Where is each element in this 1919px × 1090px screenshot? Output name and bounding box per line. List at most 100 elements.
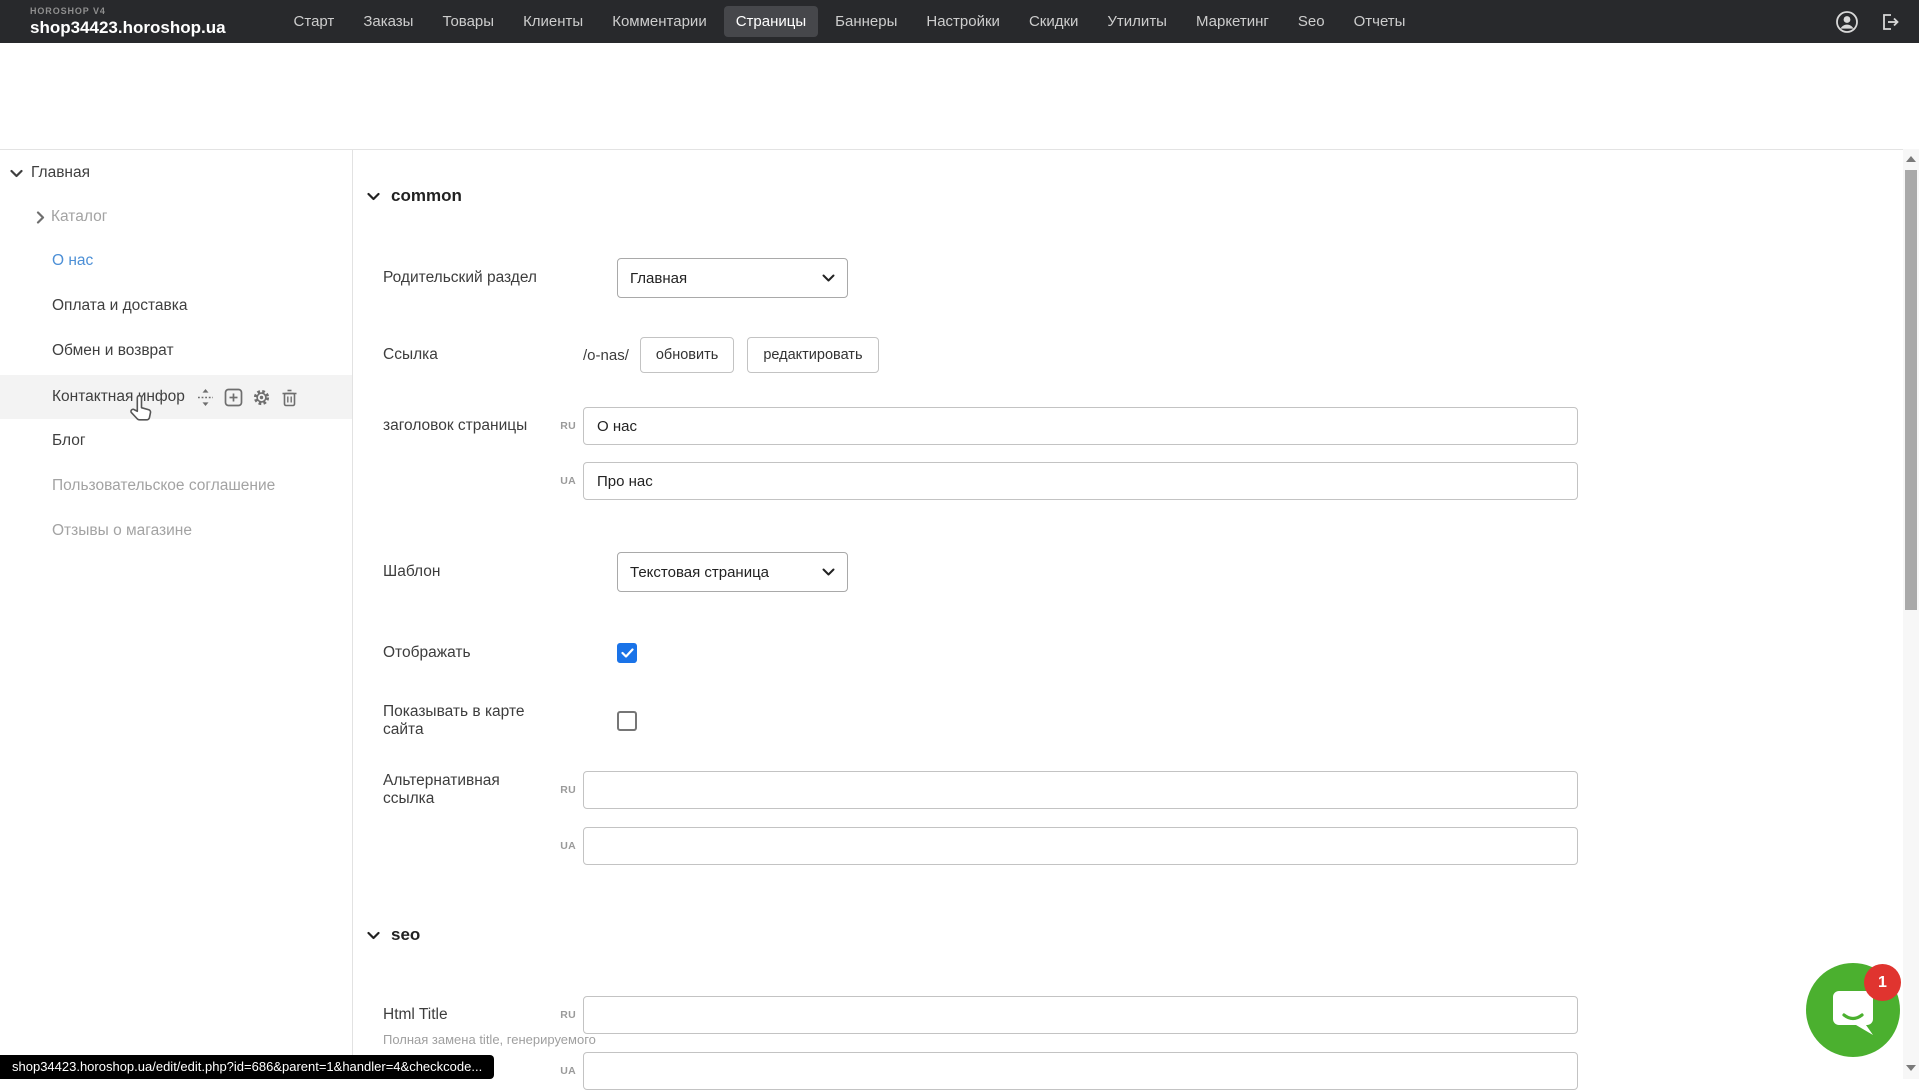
vertical-scrollbar[interactable] bbox=[1903, 149, 1919, 1079]
sidebar-item-polzovatelskoe-soglashenie[interactable]: Пользовательское соглашение bbox=[0, 464, 352, 508]
lang-badge-ua: UA bbox=[546, 475, 576, 487]
field-row-display: Отображать bbox=[383, 642, 637, 663]
chevron-down-icon bbox=[822, 568, 835, 576]
field-row-html-title-ru: Html Title RU bbox=[383, 996, 1578, 1034]
scroll-up-arrow-icon[interactable] bbox=[1906, 156, 1916, 162]
alt-link-ru-input[interactable] bbox=[583, 771, 1578, 809]
chevron-down-icon bbox=[367, 192, 380, 201]
nav-item-reports[interactable]: Отчеты bbox=[1342, 6, 1418, 37]
sidebar-item-blog[interactable]: Блог bbox=[0, 419, 352, 463]
account-icon[interactable] bbox=[1835, 10, 1859, 34]
scroll-down-arrow-icon[interactable] bbox=[1906, 1065, 1916, 1071]
sidebar-item-oplata-i-dostavka[interactable]: Оплата и доставка bbox=[0, 284, 352, 328]
lang-badge-ru: RU bbox=[546, 420, 576, 432]
alt-link-ua-input[interactable] bbox=[583, 827, 1578, 865]
tree-item-tools bbox=[196, 388, 299, 407]
sidebar-item-label: Пользовательское соглашение bbox=[52, 477, 275, 495]
lang-badge-ru: RU bbox=[546, 784, 576, 796]
nav-item-start[interactable]: Старт bbox=[282, 6, 347, 37]
field-row-alt-link-ua: UA bbox=[383, 827, 1578, 865]
sidebar-item-o-nas[interactable]: О нас bbox=[0, 239, 352, 283]
sidebar-item-otzyvy-o-magazine[interactable]: Отзывы о магазине bbox=[0, 509, 352, 553]
template-select[interactable]: Текстовая страница bbox=[617, 552, 848, 592]
pages-tree-sidebar: Главная Каталог О нас Оплата и доставка … bbox=[0, 150, 353, 1079]
link-path-value: /o-nas/ bbox=[583, 347, 629, 364]
logo[interactable]: HOROSHOP V4 shop34423.horoshop.ua bbox=[30, 7, 226, 36]
field-row-alt-link-ru: Альтернативная ссылка RU bbox=[383, 771, 1578, 809]
sidebar-item-glavnaya[interactable]: Главная bbox=[0, 151, 352, 195]
sidebar-item-label: Блог bbox=[52, 432, 86, 450]
move-icon[interactable] bbox=[196, 388, 215, 407]
section-title: seo bbox=[391, 925, 420, 945]
field-row-page-title-ua: UA bbox=[383, 462, 1578, 500]
chat-unread-badge: 1 bbox=[1864, 964, 1901, 1001]
page-title-ru-input[interactable] bbox=[583, 407, 1578, 445]
chevron-right-icon bbox=[36, 211, 45, 224]
top-nav: HOROSHOP V4 shop34423.horoshop.ua Старт … bbox=[0, 0, 1919, 43]
field-label: Ссылка bbox=[383, 346, 546, 364]
section-title: common bbox=[391, 186, 462, 206]
html-title-hint: Полная замена title, генерируемого bbox=[383, 1032, 596, 1047]
nav-item-utilities[interactable]: Утилиты bbox=[1095, 6, 1179, 37]
html-title-ua-input[interactable] bbox=[583, 1052, 1578, 1090]
lang-badge-ua: UA bbox=[546, 1065, 576, 1077]
sidebar-item-label: Обмен и возврат bbox=[52, 342, 174, 360]
nav-item-clients[interactable]: Клиенты bbox=[511, 6, 595, 37]
logo-domain: shop34423.horoshop.ua bbox=[30, 19, 226, 36]
nav-item-marketing[interactable]: Маркетинг bbox=[1184, 6, 1281, 37]
section-header-common[interactable]: common bbox=[367, 186, 462, 206]
field-label: Отображать bbox=[383, 644, 546, 662]
parent-section-select[interactable]: Главная bbox=[617, 258, 848, 298]
select-value: Текстовая страница bbox=[630, 564, 769, 581]
display-checkbox[interactable] bbox=[617, 643, 637, 663]
nav-item-orders[interactable]: Заказы bbox=[351, 6, 425, 37]
page-header bbox=[0, 43, 1919, 150]
nav-item-comments[interactable]: Комментарии bbox=[600, 6, 718, 37]
field-row-link: Ссылка /o-nas/ обновить редактировать bbox=[383, 337, 879, 373]
nav-item-settings[interactable]: Настройки bbox=[914, 6, 1012, 37]
chevron-down-icon bbox=[367, 931, 380, 940]
sidebar-item-obmen-i-vozvrat[interactable]: Обмен и возврат bbox=[0, 329, 352, 373]
field-label: Альтернативная ссылка bbox=[383, 772, 546, 808]
chevron-down-icon bbox=[10, 169, 23, 178]
sidebar-item-kontaktnaya-informatsiya[interactable]: Контактная инфор bbox=[0, 375, 352, 419]
sidebar-item-label: Оплата и доставка bbox=[52, 297, 188, 315]
nav-item-pages[interactable]: Страницы bbox=[724, 6, 818, 37]
logo-version: HOROSHOP V4 bbox=[30, 7, 226, 16]
field-label: Шаблон bbox=[383, 563, 546, 581]
status-url-tooltip: shop34423.horoshop.ua/edit/edit.php?id=6… bbox=[0, 1055, 494, 1079]
nav-item-products[interactable]: Товары bbox=[430, 6, 506, 37]
sidebar-item-label: Отзывы о магазине bbox=[52, 522, 192, 540]
field-row-parent-section: Родительский раздел Главная bbox=[383, 258, 848, 298]
page-title-ua-input[interactable] bbox=[583, 462, 1578, 500]
sidebar-item-label: Главная bbox=[31, 164, 90, 182]
chevron-down-icon bbox=[822, 274, 835, 282]
section-header-seo[interactable]: seo bbox=[367, 925, 420, 945]
field-label: заголовок страницы bbox=[383, 417, 546, 435]
sidebar-item-label: Каталог bbox=[51, 208, 107, 226]
field-row-page-title-ru: заголовок страницы RU bbox=[383, 407, 1578, 445]
nav-item-seo[interactable]: Seo bbox=[1286, 6, 1337, 37]
lang-badge-ua: UA bbox=[546, 840, 576, 852]
nav-item-discounts[interactable]: Скидки bbox=[1017, 6, 1090, 37]
lang-badge-ru: RU bbox=[546, 1009, 576, 1021]
trash-icon[interactable] bbox=[280, 388, 299, 407]
field-row-template: Шаблон Текстовая страница bbox=[383, 552, 848, 592]
field-row-sitemap: Показывать в карте сайта bbox=[383, 710, 637, 731]
html-title-ru-input[interactable] bbox=[583, 996, 1578, 1034]
logout-icon[interactable] bbox=[1877, 10, 1901, 34]
field-row-html-title-ua: UA bbox=[383, 1052, 1578, 1090]
check-icon bbox=[621, 648, 634, 658]
nav-item-banners[interactable]: Баннеры bbox=[823, 6, 909, 37]
sidebar-item-label: О нас bbox=[52, 252, 93, 270]
sidebar-item-katalog[interactable]: Каталог bbox=[0, 195, 352, 239]
nav-menu: Старт Заказы Товары Клиенты Комментарии … bbox=[282, 6, 1418, 37]
sidebar-item-label: Контактная инфор bbox=[52, 388, 185, 406]
add-icon[interactable] bbox=[224, 388, 243, 407]
sitemap-checkbox[interactable] bbox=[617, 711, 637, 731]
scrollbar-thumb[interactable] bbox=[1905, 170, 1917, 610]
field-label: Родительский раздел bbox=[383, 269, 546, 287]
link-update-button[interactable]: обновить bbox=[640, 337, 734, 373]
link-edit-button[interactable]: редактировать bbox=[747, 337, 878, 373]
gear-icon[interactable] bbox=[252, 388, 271, 407]
